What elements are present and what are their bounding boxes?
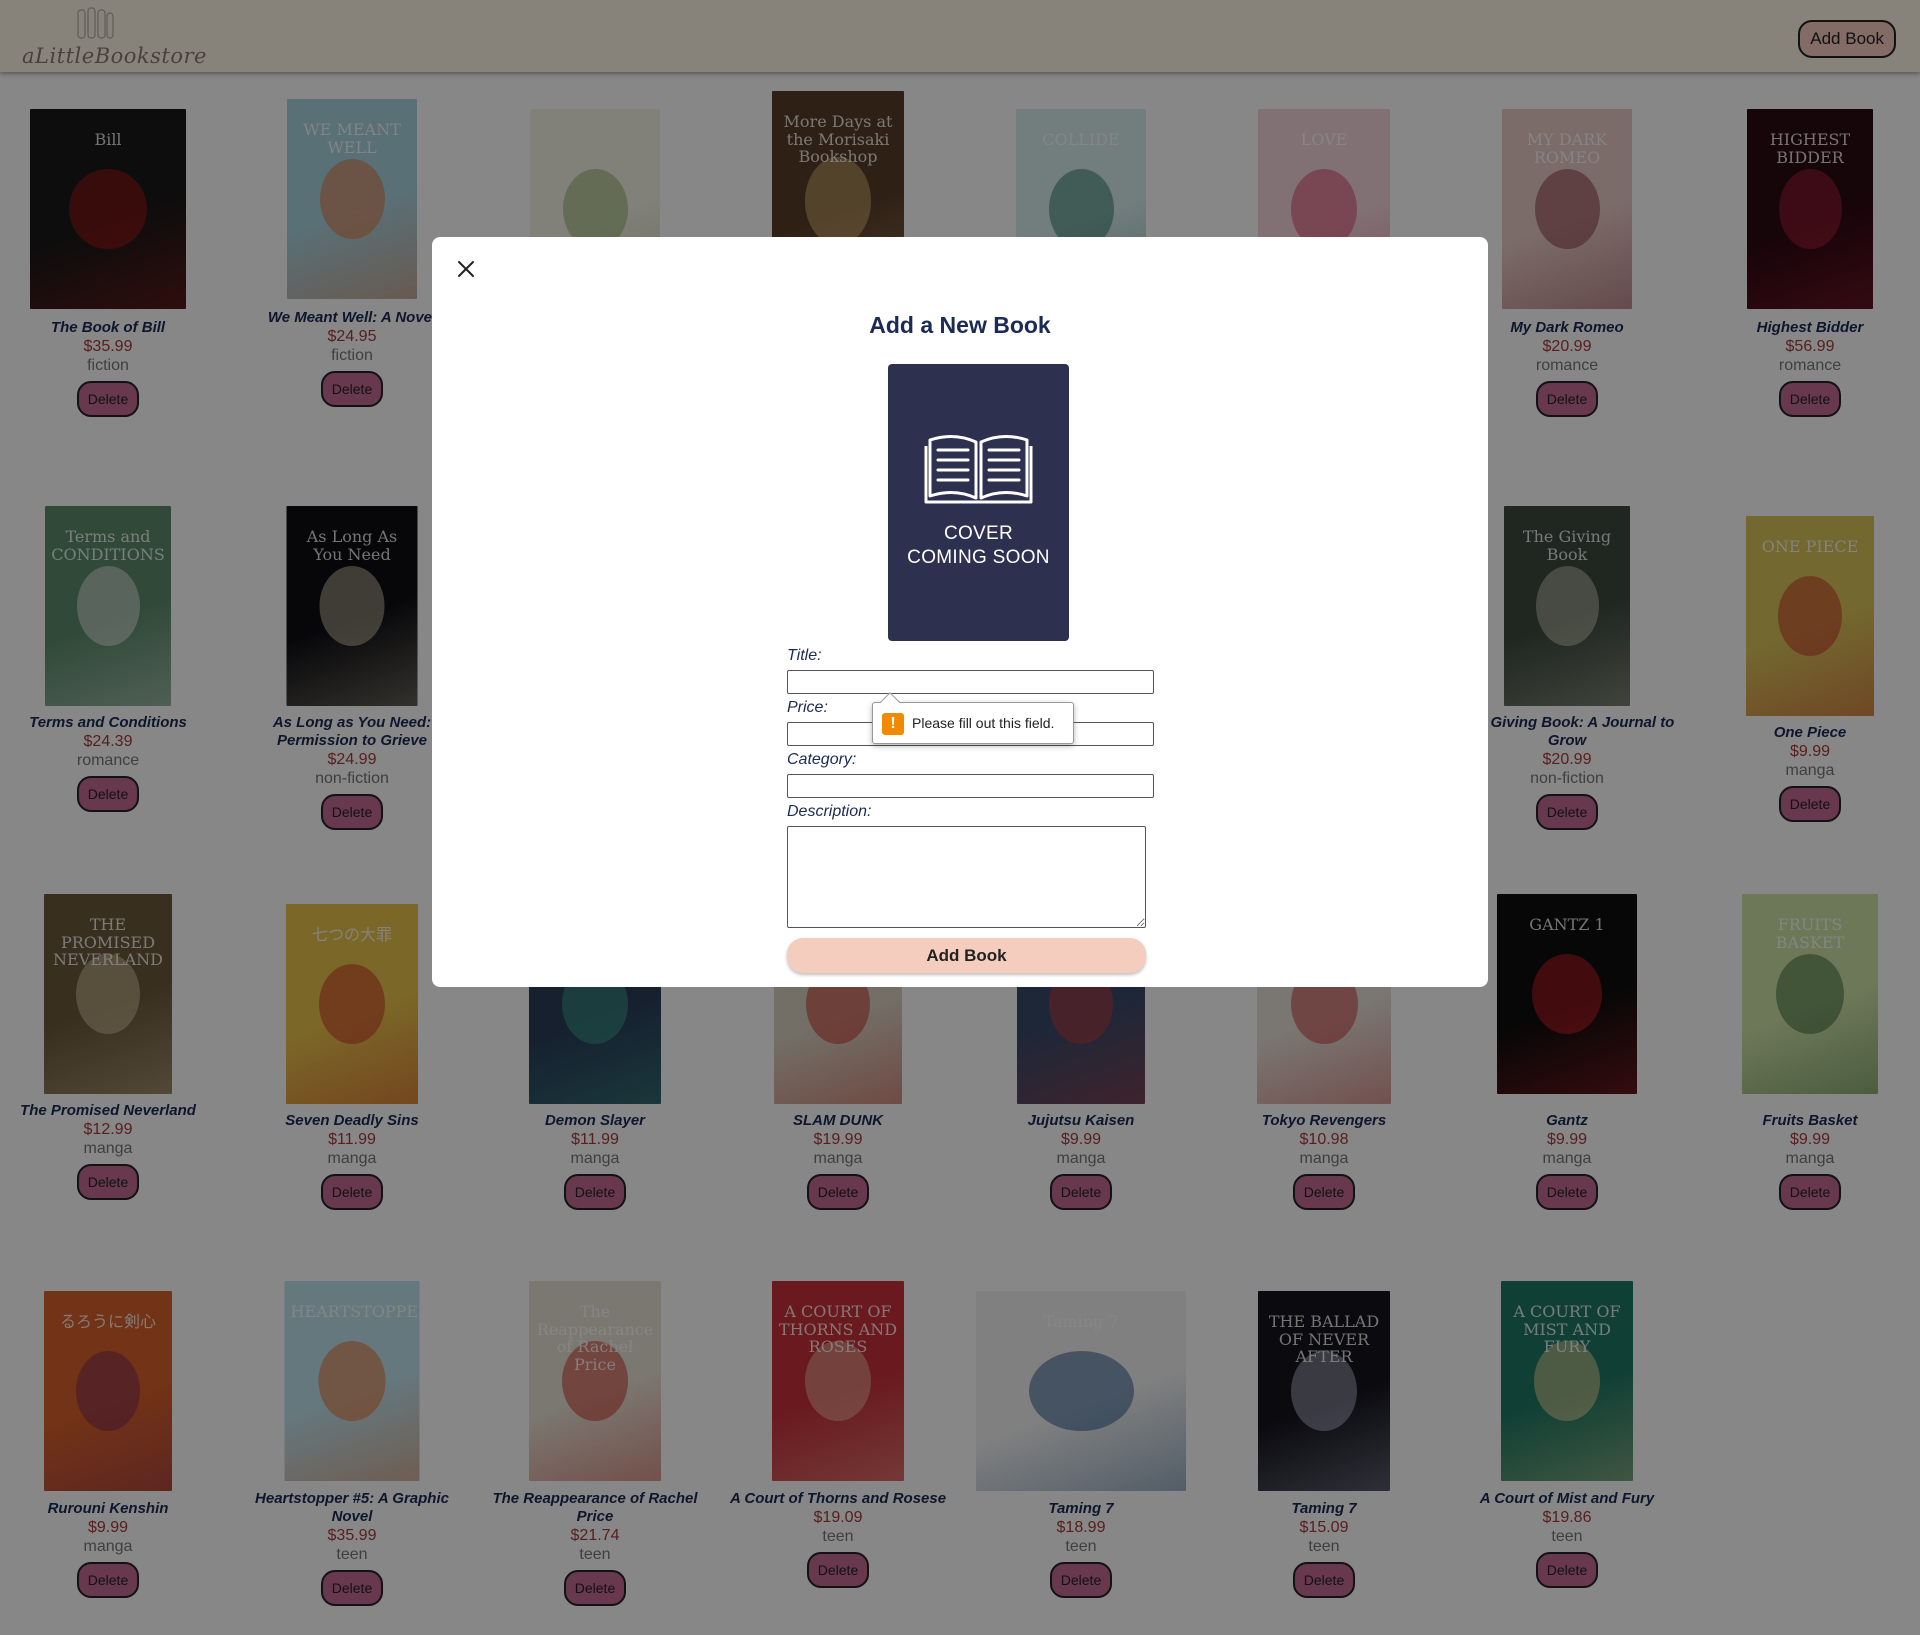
- submit-add-book-button[interactable]: Add Book: [787, 938, 1146, 973]
- cover-placeholder: COVER COMING SOON: [888, 364, 1069, 641]
- validation-message: Please fill out this field.: [912, 715, 1055, 731]
- price-label: Price:: [787, 699, 828, 716]
- cover-placeholder-line1: COVER: [943, 523, 1014, 544]
- title-input[interactable]: [787, 670, 1154, 694]
- category-input[interactable]: [787, 774, 1154, 798]
- close-modal-button[interactable]: [452, 255, 480, 283]
- category-label: Category:: [787, 751, 857, 768]
- warning-icon: !: [882, 713, 904, 735]
- close-icon: [458, 261, 474, 277]
- add-book-modal: Add a New Book COVER COMING SOON Title: …: [432, 237, 1488, 987]
- open-book-icon: [924, 435, 1033, 504]
- description-label: Description:: [787, 803, 872, 820]
- description-textarea[interactable]: [787, 826, 1146, 928]
- modal-title: Add a New Book: [869, 312, 1051, 338]
- cover-placeholder-line2: COMING SOON: [907, 547, 1050, 568]
- validation-tooltip: ! Please fill out this field.: [872, 702, 1074, 744]
- cover-placeholder-text: COVER COMING SOON: [888, 522, 1069, 570]
- title-label: Title:: [787, 647, 822, 664]
